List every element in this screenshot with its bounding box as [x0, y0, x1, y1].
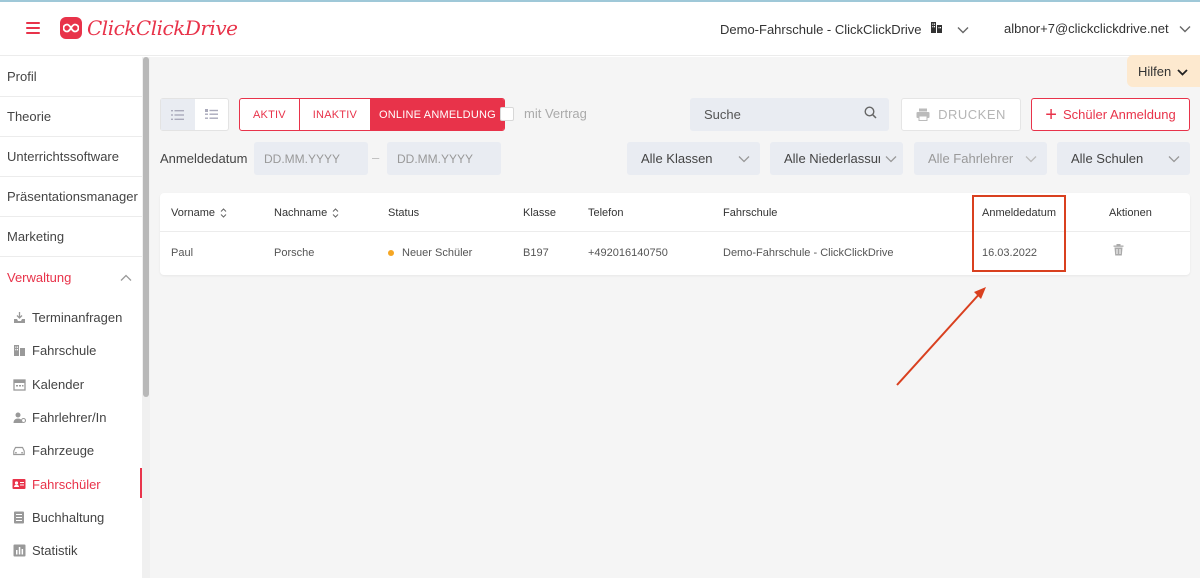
annotation-arrow — [896, 287, 986, 386]
